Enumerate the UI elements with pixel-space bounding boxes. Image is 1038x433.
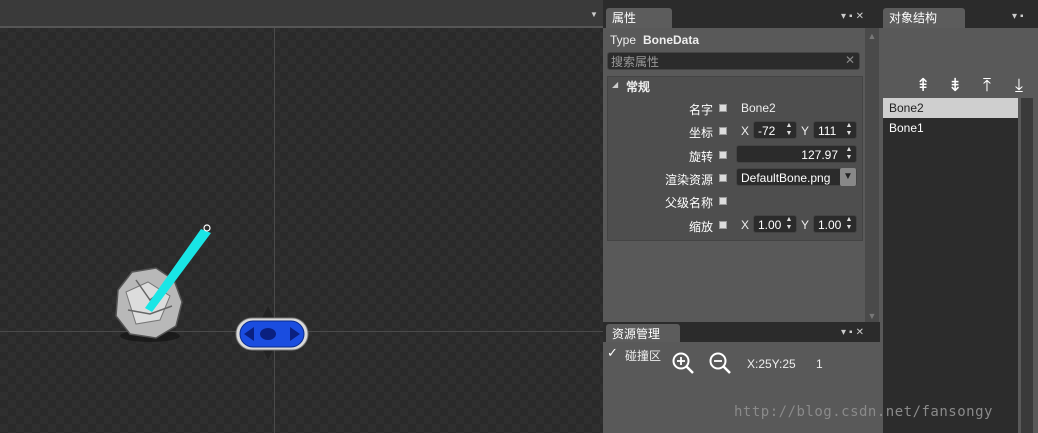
scroll-up-icon[interactable]: ▲ <box>866 31 878 41</box>
section-general: 常规 <box>626 80 651 94</box>
resource-tabbar: 资源管理 ▾▪✕ <box>603 322 880 344</box>
chevron-down-icon[interactable]: ▼ <box>840 168 856 186</box>
type-prefix: Type <box>610 33 637 47</box>
spin-arrows-icon[interactable]: ▲ ▼ <box>843 146 855 164</box>
panel-menu-icon[interactable]: ▾▪ <box>1012 11 1027 22</box>
tree-item[interactable]: Bone1 <box>883 118 1018 138</box>
type-name: BoneData <box>643 33 700 47</box>
zoom-in-icon[interactable] <box>671 351 695 375</box>
pin-icon[interactable] <box>719 197 727 205</box>
spin-arrows-icon[interactable]: ▲ ▼ <box>783 216 795 234</box>
section-collapse-icon[interactable]: ◢ <box>612 80 618 89</box>
tab-object-structure[interactable]: 对象结构 <box>883 8 965 28</box>
render-resource-label: 渲染资源 <box>664 173 713 187</box>
pin-icon[interactable] <box>719 127 727 135</box>
spin-arrows-icon[interactable]: ▲ ▼ <box>843 122 855 140</box>
bone-joint-handle-icon <box>203 224 211 232</box>
pin-icon[interactable] <box>719 174 727 182</box>
pin-icon[interactable] <box>719 221 727 229</box>
spin-arrows-icon[interactable]: ▲ ▼ <box>783 122 795 140</box>
tab-properties[interactable]: 属性 <box>606 8 672 28</box>
scroll-down-icon[interactable]: ▼ <box>866 311 878 321</box>
x-label: X <box>741 124 750 138</box>
move-down-icon[interactable]: ⇟ <box>944 74 966 96</box>
collision-label[interactable]: 碰撞区 <box>625 347 661 364</box>
structure-tree: Bone2 Bone1 <box>883 98 1018 433</box>
clear-search-icon[interactable]: ✕ <box>845 53 855 67</box>
watermark-text: http://blog.csdn.net/fansongy <box>734 404 993 420</box>
panel-pin-close-icon[interactable]: ▾▪✕ <box>841 327 867 338</box>
scene-canvas[interactable]: ▼ <box>0 0 603 433</box>
y-label: Y <box>801 124 810 138</box>
zoom-level: 1 <box>816 357 823 371</box>
checkmark-icon[interactable]: ✓ <box>607 345 618 361</box>
cursor-coords: X:25Y:25 <box>747 357 796 371</box>
pin-icon[interactable] <box>719 104 727 112</box>
rotation-label: 旋转 <box>688 150 713 164</box>
scene-graphics <box>115 224 309 360</box>
structure-panel: ⇞ ⇟ ⤒ ⤓ Bone2 Bone1 <box>880 28 1038 433</box>
position-label: 坐标 <box>688 126 713 140</box>
scale-y-label: Y <box>801 218 810 232</box>
scale-x-label: X <box>741 218 750 232</box>
name-label: 名字 <box>688 103 713 117</box>
spin-arrows-icon[interactable]: ▲ ▼ <box>843 216 855 234</box>
pin-icon[interactable] <box>719 151 727 159</box>
structure-tabbar: 对象结构 ▾▪ <box>880 0 1038 28</box>
properties-panel: Type BoneData 搜索属性 ✕ ◢ 常规 名字 Bone2 坐标 X … <box>603 28 880 324</box>
properties-tabbar: 属性 ▾▪✕ <box>603 0 880 28</box>
rotation-field[interactable]: 127.97 <box>736 145 857 163</box>
tree-item-selected[interactable]: Bone2 <box>883 98 1018 118</box>
panel-pin-close-icon[interactable]: ▾▪✕ <box>841 11 867 22</box>
properties-scrollbar[interactable]: ▲ ▼ <box>865 28 879 324</box>
move-gizmo-icon <box>235 306 309 360</box>
zoom-out-icon[interactable] <box>708 351 732 375</box>
scale-label: 缩放 <box>688 220 713 234</box>
move-to-top-icon[interactable]: ⤒ <box>976 74 998 96</box>
tab-resources[interactable]: 资源管理 <box>606 324 680 344</box>
move-to-bottom-icon[interactable]: ⤓ <box>1008 74 1030 96</box>
name-value[interactable]: Bone2 <box>741 101 776 115</box>
render-resource-select[interactable]: DefaultBone.png <box>736 168 857 186</box>
parent-name-label: 父级名称 <box>664 196 713 210</box>
structure-scrollbar[interactable] <box>1021 98 1033 433</box>
property-search-input[interactable]: 搜索属性 <box>607 52 860 70</box>
move-up-icon[interactable]: ⇞ <box>912 74 934 96</box>
